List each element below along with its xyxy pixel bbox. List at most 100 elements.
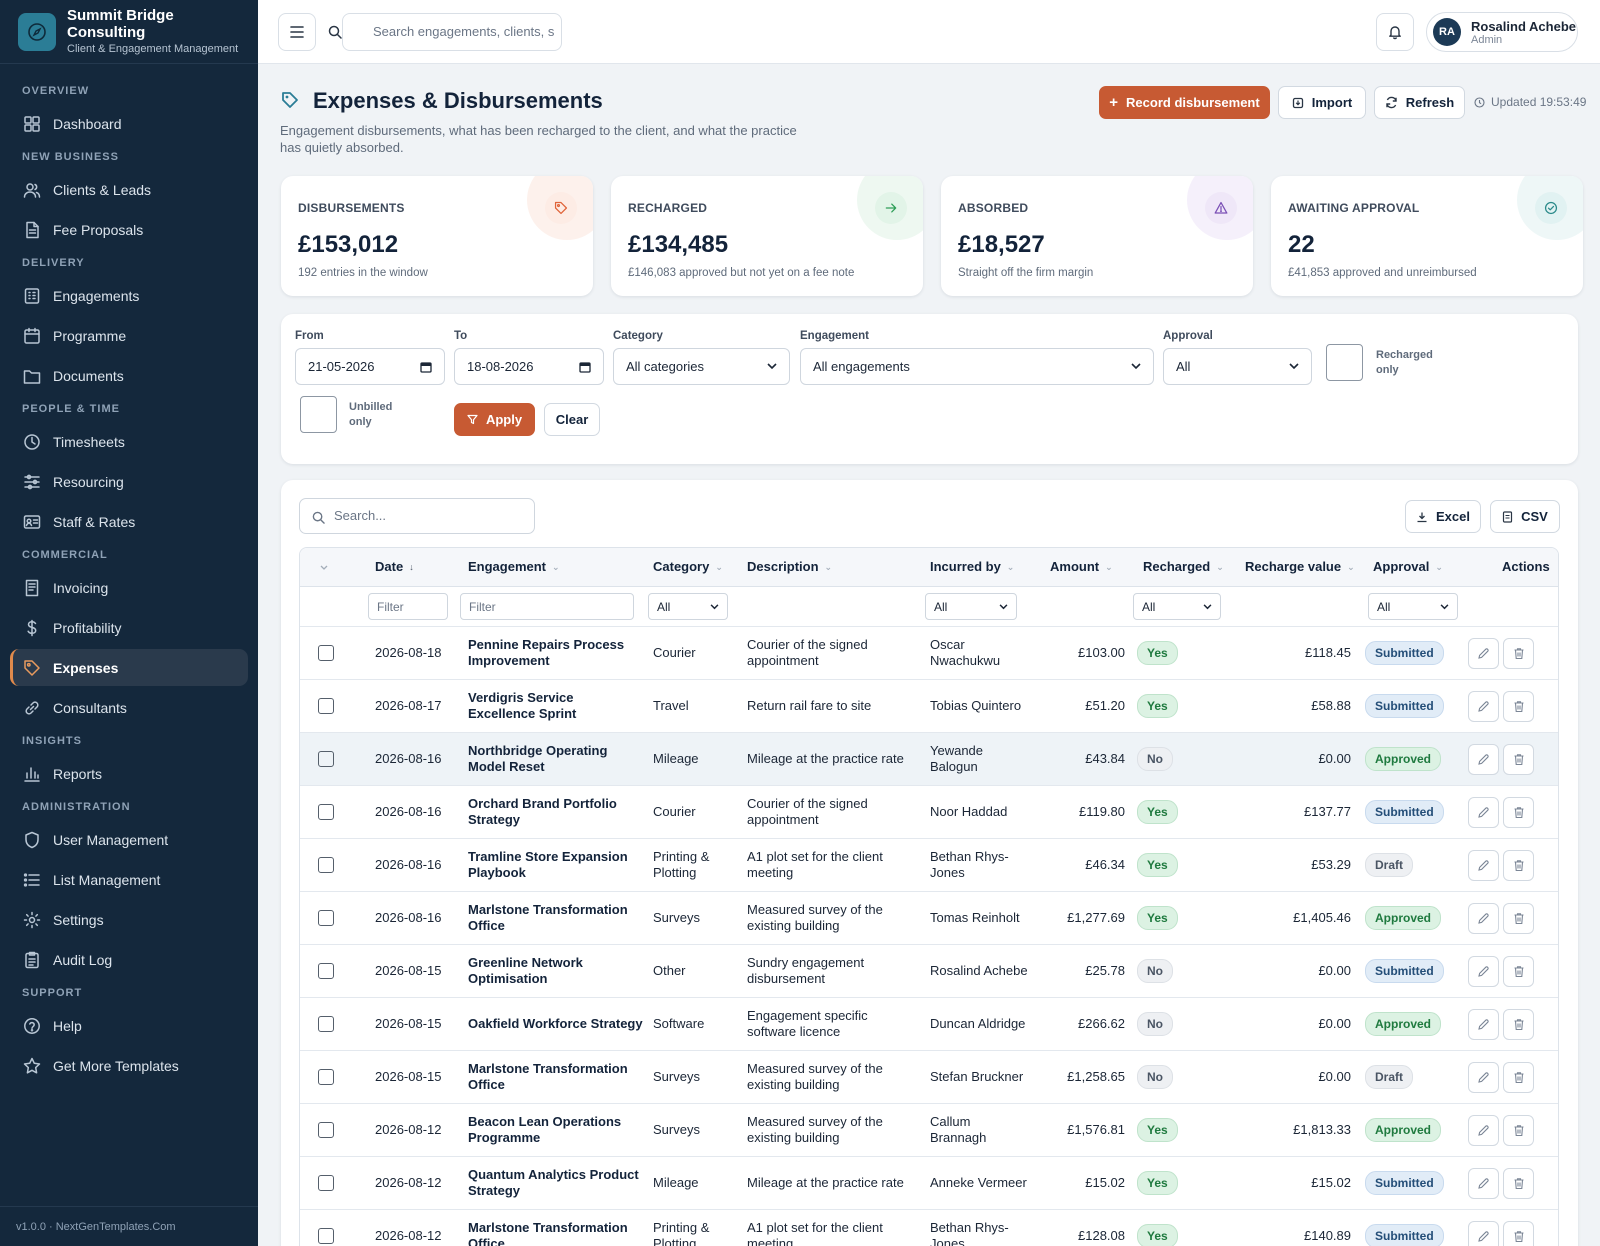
delete-button[interactable] <box>1503 1168 1534 1199</box>
sidebar-item-profitability[interactable]: Profitability <box>10 609 248 646</box>
table-row[interactable]: 2026-08-12 Quantum Analytics Product Stra… <box>300 1157 1558 1210</box>
table-row[interactable]: 2026-08-17 Verdigris Service Excellence S… <box>300 680 1558 733</box>
export-csv-button[interactable]: CSV <box>1490 500 1560 533</box>
sidebar-item-reports[interactable]: Reports <box>10 755 248 792</box>
cell-engagement[interactable]: Quantum Analytics Product Strategy <box>468 1157 643 1209</box>
sidebar-item-consultants[interactable]: Consultants <box>10 689 248 726</box>
user-menu[interactable]: RA Rosalind Achebe Admin <box>1426 12 1578 52</box>
col-date[interactable]: Date ↓ <box>375 548 414 586</box>
sidebar-item-invoicing[interactable]: Invoicing <box>10 569 248 606</box>
sidebar-item-expenses[interactable]: Expenses <box>10 649 248 686</box>
sidebar-item-audit-log[interactable]: Audit Log <box>10 941 248 978</box>
recharged-only-checkbox[interactable] <box>1326 344 1363 381</box>
sidebar-item-dashboard[interactable]: Dashboard <box>10 105 248 142</box>
edit-button[interactable] <box>1468 638 1499 669</box>
row-checkbox[interactable] <box>318 645 334 661</box>
sidebar-item-user-management[interactable]: User Management <box>10 821 248 858</box>
row-checkbox[interactable] <box>318 804 334 820</box>
refresh-button[interactable]: Refresh <box>1374 86 1465 119</box>
from-date-input[interactable]: 21-05-2026 <box>295 348 445 385</box>
row-checkbox[interactable] <box>318 698 334 714</box>
table-row[interactable]: 2026-08-18 Pennine Repairs Process Improv… <box>300 627 1558 680</box>
engagement-select[interactable]: All engagements <box>800 348 1154 385</box>
table-search-input[interactable]: Search... <box>299 498 535 534</box>
col-category[interactable]: Category ⌄ <box>653 548 723 586</box>
cell-engagement[interactable]: Oakfield Workforce Strategy <box>468 998 643 1050</box>
cell-engagement[interactable]: Marlstone Transformation Office <box>468 892 643 944</box>
col-description[interactable]: Description ⌄ <box>747 548 832 586</box>
table-row[interactable]: 2026-08-12 Beacon Lean Operations Program… <box>300 1104 1558 1157</box>
table-row[interactable]: 2026-08-16 Marlstone Transformation Offic… <box>300 892 1558 945</box>
edit-button[interactable] <box>1468 1062 1499 1093</box>
cell-engagement[interactable]: Greenline Network Optimisation <box>468 945 643 997</box>
delete-button[interactable] <box>1503 903 1534 934</box>
row-checkbox[interactable] <box>318 1228 334 1244</box>
clear-button[interactable]: Clear <box>544 403 600 436</box>
incurred-by-filter-select[interactable]: All <box>925 593 1017 620</box>
engagement-filter-input[interactable]: Filter <box>460 593 634 620</box>
delete-button[interactable] <box>1503 691 1534 722</box>
notifications-button[interactable] <box>1376 13 1414 51</box>
cell-engagement[interactable]: Orchard Brand Portfolio Strategy <box>468 786 643 838</box>
sidebar-item-clients-and-leads[interactable]: Clients & Leads <box>10 171 248 208</box>
menu-toggle-button[interactable] <box>278 13 316 51</box>
delete-button[interactable] <box>1503 1009 1534 1040</box>
row-checkbox[interactable] <box>318 857 334 873</box>
row-checkbox[interactable] <box>318 1016 334 1032</box>
sidebar-item-programme[interactable]: Programme <box>10 317 248 354</box>
edit-button[interactable] <box>1468 956 1499 987</box>
edit-button[interactable] <box>1468 1115 1499 1146</box>
cell-engagement[interactable]: Verdigris Service Excellence Sprint <box>468 680 643 732</box>
row-checkbox[interactable] <box>318 1122 334 1138</box>
apply-button[interactable]: Apply <box>454 403 535 436</box>
select-all-toggle[interactable] <box>320 548 328 586</box>
table-row[interactable]: 2026-08-15 Greenline Network Optimisation… <box>300 945 1558 998</box>
cell-engagement[interactable]: Marlstone Transformation Office <box>468 1210 643 1246</box>
cell-engagement[interactable]: Beacon Lean Operations Programme <box>468 1104 643 1156</box>
sidebar-item-timesheets[interactable]: Timesheets <box>10 423 248 460</box>
edit-button[interactable] <box>1468 691 1499 722</box>
edit-button[interactable] <box>1468 1221 1499 1246</box>
col-approval[interactable]: Approval ⌄ <box>1373 548 1443 586</box>
edit-button[interactable] <box>1468 903 1499 934</box>
row-checkbox[interactable] <box>318 751 334 767</box>
unbilled-only-checkbox[interactable] <box>300 396 337 433</box>
sidebar-item-fee-proposals[interactable]: Fee Proposals <box>10 211 248 248</box>
category-select[interactable]: All categories <box>613 348 790 385</box>
cell-engagement[interactable]: Marlstone Transformation Office <box>468 1051 643 1103</box>
delete-button[interactable] <box>1503 638 1534 669</box>
delete-button[interactable] <box>1503 850 1534 881</box>
table-row[interactable]: 2026-08-15 Oakfield Workforce Strategy Sof… <box>300 998 1558 1051</box>
col-recharged[interactable]: Recharged ⌄ <box>1143 548 1224 586</box>
delete-button[interactable] <box>1503 797 1534 828</box>
sidebar-item-help[interactable]: Help <box>10 1007 248 1044</box>
category-filter-select[interactable]: All <box>648 593 728 620</box>
date-filter-input[interactable]: Filter <box>368 593 448 620</box>
sidebar-item-get-more-templates[interactable]: Get More Templates <box>10 1047 248 1084</box>
edit-button[interactable] <box>1468 1009 1499 1040</box>
table-row[interactable]: 2026-08-15 Marlstone Transformation Offic… <box>300 1051 1558 1104</box>
recharged-filter-select[interactable]: All <box>1133 593 1221 620</box>
sidebar-item-settings[interactable]: Settings <box>10 901 248 938</box>
export-excel-button[interactable]: Excel <box>1405 500 1481 533</box>
row-checkbox[interactable] <box>318 963 334 979</box>
sidebar-item-resourcing[interactable]: Resourcing <box>10 463 248 500</box>
cell-engagement[interactable]: Pennine Repairs Process Improvement <box>468 627 643 679</box>
edit-button[interactable] <box>1468 1168 1499 1199</box>
delete-button[interactable] <box>1503 744 1534 775</box>
edit-button[interactable] <box>1468 744 1499 775</box>
global-search-input[interactable]: Search engagements, clients, s <box>342 13 562 51</box>
edit-button[interactable] <box>1468 797 1499 828</box>
row-checkbox[interactable] <box>318 1175 334 1191</box>
approval-filter-select[interactable]: All <box>1368 593 1458 620</box>
to-date-input[interactable]: 18-08-2026 <box>454 348 604 385</box>
row-checkbox[interactable] <box>318 910 334 926</box>
sidebar-item-documents[interactable]: Documents <box>10 357 248 394</box>
table-row[interactable]: 2026-08-16 Orchard Brand Portfolio Strate… <box>300 786 1558 839</box>
delete-button[interactable] <box>1503 1115 1534 1146</box>
sidebar-item-staff-and-rates[interactable]: Staff & Rates <box>10 503 248 540</box>
record-disbursement-button[interactable]: + Record disbursement <box>1099 86 1270 119</box>
import-button[interactable]: Import <box>1278 86 1366 119</box>
table-row[interactable]: 2026-08-16 Tramline Store Expansion Playb… <box>300 839 1558 892</box>
table-row[interactable]: 2026-08-16 Northbridge Operating Model Re… <box>300 733 1558 786</box>
